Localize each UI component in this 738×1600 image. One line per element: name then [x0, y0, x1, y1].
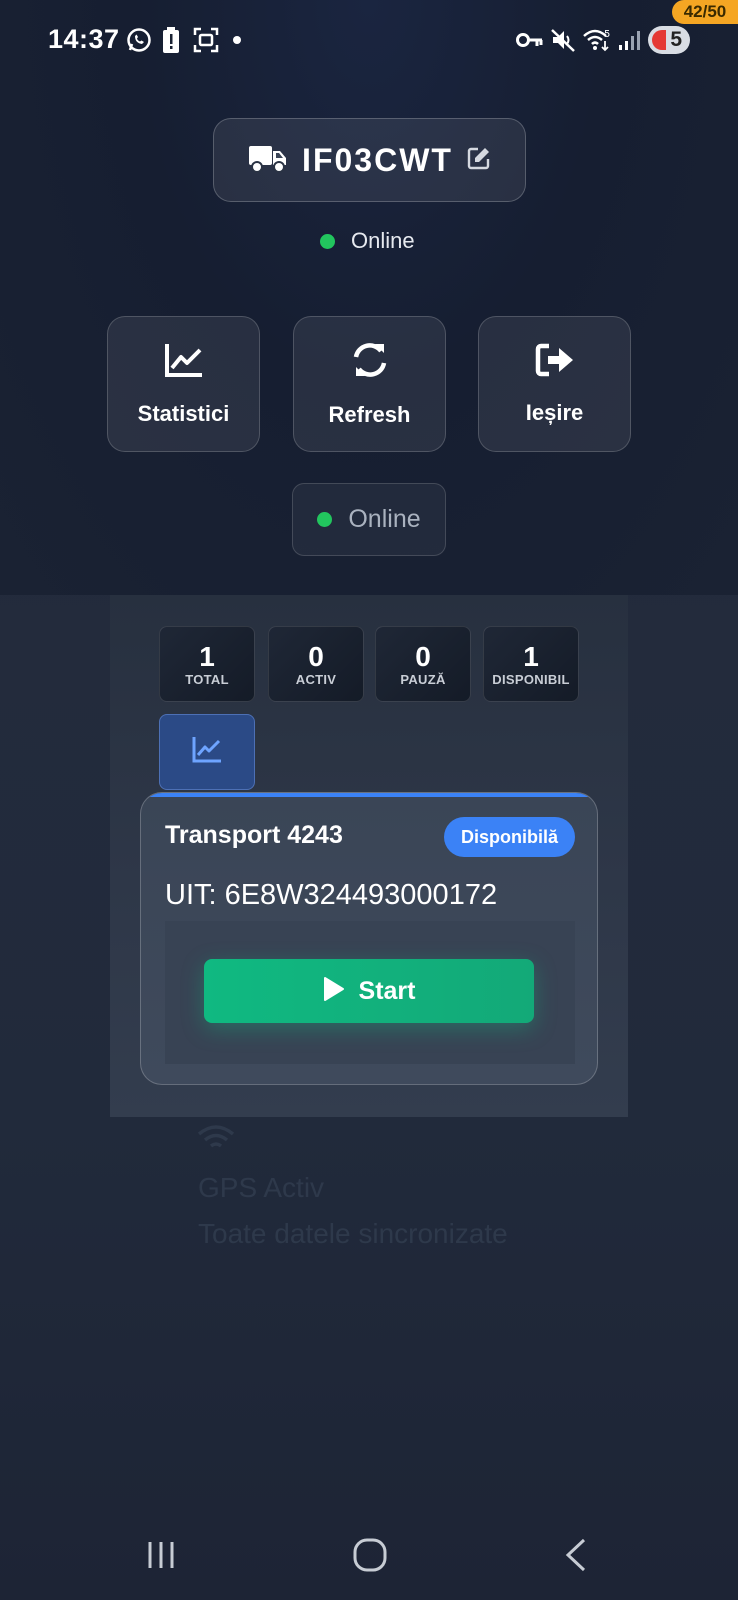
edit-icon[interactable] — [467, 146, 491, 175]
stat-value: 1 — [199, 640, 215, 672]
gps-status-text: GPS Activ — [198, 1172, 325, 1203]
back-button[interactable] — [564, 1538, 588, 1577]
exit-label: Ieșire — [525, 399, 584, 425]
connection-status: Online — [320, 228, 415, 254]
chart-line-icon — [164, 342, 204, 383]
home-button[interactable] — [353, 1538, 387, 1577]
stat-label: PAUZĂ — [400, 671, 446, 687]
start-area: Start — [165, 921, 575, 1064]
battery-level: 5 — [670, 28, 682, 51]
exit-button[interactable]: Ieșire — [478, 316, 631, 452]
dot-icon — [232, 26, 242, 54]
card-accent-line — [141, 793, 597, 797]
vpn-key-icon — [516, 26, 544, 54]
status-dot — [320, 233, 335, 249]
counter-badge: 42/50 — [672, 0, 738, 24]
stat-pause: 0 PAUZĂ — [375, 626, 471, 702]
stat-value: 0 — [415, 640, 431, 672]
recent-apps-button[interactable] — [146, 1540, 176, 1575]
stats-chart-tab[interactable] — [159, 714, 255, 790]
stat-label: DISPONIBIL — [492, 671, 570, 687]
logout-icon — [535, 343, 575, 382]
vehicle-plate: IF03CWT — [302, 141, 453, 178]
vehicle-plate-button[interactable]: IF03CWT — [213, 118, 526, 202]
stat-label: TOTAL — [185, 671, 229, 687]
uit-line: UIT: 6E8W324493000172 — [165, 879, 497, 912]
truck-icon — [248, 142, 288, 179]
stat-value: 1 — [523, 640, 539, 672]
online-label: Online — [348, 505, 421, 533]
status-text: Online — [351, 228, 415, 253]
statistics-button[interactable]: Statistici — [107, 316, 260, 452]
sync-status-text: Toate datele sincronizate — [198, 1218, 508, 1249]
gps-wifi-icon — [197, 1124, 235, 1157]
refresh-label: Refresh — [328, 401, 411, 427]
stat-active: 0 ACTIV — [268, 626, 364, 702]
battery-alert-icon — [162, 26, 180, 54]
signal-icon — [618, 26, 640, 54]
stat-available: 1 DISPONIBIL — [483, 626, 579, 702]
svg-text:5: 5 — [604, 29, 610, 40]
wifi-icon: 5 — [582, 26, 612, 54]
back-icon — [564, 1538, 588, 1577]
mute-icon — [550, 26, 576, 54]
battery-indicator: 5 — [648, 26, 690, 54]
stat-total: 1 TOTAL — [159, 626, 255, 702]
transport-title: Transport 4243 — [165, 821, 343, 849]
chart-line-icon — [192, 736, 222, 768]
status-bar: 14:37 5 5 42/50 — [0, 0, 738, 80]
stat-label: ACTIV — [295, 671, 337, 687]
clock: 14:37 — [48, 24, 120, 54]
status-badge: Disponibilă — [443, 817, 575, 857]
online-indicator: Online — [292, 483, 446, 556]
whatsapp-icon — [126, 26, 152, 54]
screenshot-icon — [192, 26, 220, 54]
play-icon — [323, 976, 345, 1007]
online-dot — [317, 512, 333, 527]
uit-label: UIT: — [165, 879, 217, 911]
transport-card: Transport 4243 Disponibilă UIT: 6E8W32449… — [140, 792, 598, 1085]
uit-value: 6E8W324493000172 — [224, 879, 498, 911]
recent-apps-icon — [146, 1540, 176, 1575]
stat-value: 0 — [308, 640, 324, 672]
start-label: Start — [358, 976, 416, 1005]
start-button[interactable]: Start — [204, 959, 534, 1023]
home-icon — [353, 1538, 387, 1577]
refresh-button[interactable]: Refresh — [293, 316, 446, 452]
refresh-icon — [351, 341, 389, 384]
statistics-label: Statistici — [137, 400, 230, 426]
